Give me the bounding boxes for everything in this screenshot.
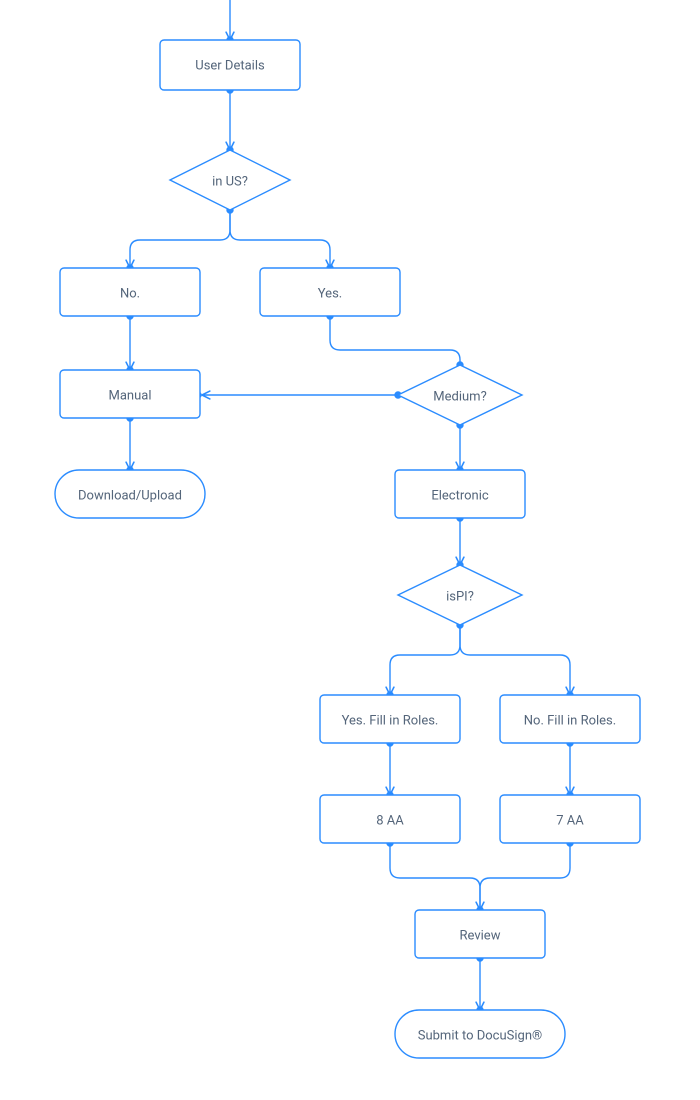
label-7aa: 7 AA bbox=[556, 813, 584, 828]
label-medium: Medium? bbox=[433, 389, 486, 404]
edge-in-us-to-no bbox=[130, 210, 230, 268]
node-in-us: in US? bbox=[170, 150, 290, 210]
label-no: No. bbox=[120, 286, 140, 301]
node-is-pi: isPI? bbox=[398, 565, 522, 625]
label-submit: Submit to DocuSign® bbox=[418, 1028, 542, 1043]
edge-8aa-merge bbox=[390, 843, 480, 910]
node-submit: Submit to DocuSign® bbox=[395, 1010, 565, 1058]
node-yes: Yes. bbox=[260, 268, 400, 316]
node-download-upload: Download/Upload bbox=[55, 470, 205, 518]
node-medium: Medium? bbox=[398, 365, 522, 425]
flowchart-canvas: User Details in US? No. Yes. Manual Down… bbox=[0, 0, 700, 1100]
label-manual: Manual bbox=[109, 388, 152, 403]
edge-7aa-merge bbox=[480, 843, 570, 910]
node-no: No. bbox=[60, 268, 200, 316]
label-in-us: in US? bbox=[212, 174, 248, 189]
label-yes: Yes. bbox=[318, 286, 342, 301]
edge-is-pi-to-yes-roles bbox=[390, 625, 460, 695]
node-review: Review bbox=[415, 910, 545, 958]
label-yes-roles: Yes. Fill in Roles. bbox=[342, 713, 439, 728]
node-manual: Manual bbox=[60, 370, 200, 418]
edge-yes-to-medium bbox=[330, 316, 460, 365]
label-download-upload: Download/Upload bbox=[78, 488, 182, 503]
node-no-roles: No. Fill in Roles. bbox=[500, 695, 640, 743]
node-8aa: 8 AA bbox=[320, 795, 460, 843]
label-review: Review bbox=[460, 928, 501, 943]
label-no-roles: No. Fill in Roles. bbox=[524, 713, 616, 728]
edge-in-us-to-yes bbox=[230, 210, 330, 268]
edge-is-pi-to-no-roles bbox=[460, 625, 570, 695]
node-electronic: Electronic bbox=[395, 470, 525, 518]
label-user-details: User Details bbox=[195, 58, 265, 73]
label-is-pi: isPI? bbox=[446, 589, 474, 604]
node-7aa: 7 AA bbox=[500, 795, 640, 843]
node-user-details: User Details bbox=[160, 40, 300, 90]
node-yes-roles: Yes. Fill in Roles. bbox=[320, 695, 460, 743]
label-electronic: Electronic bbox=[431, 488, 489, 503]
label-8aa: 8 AA bbox=[376, 813, 404, 828]
